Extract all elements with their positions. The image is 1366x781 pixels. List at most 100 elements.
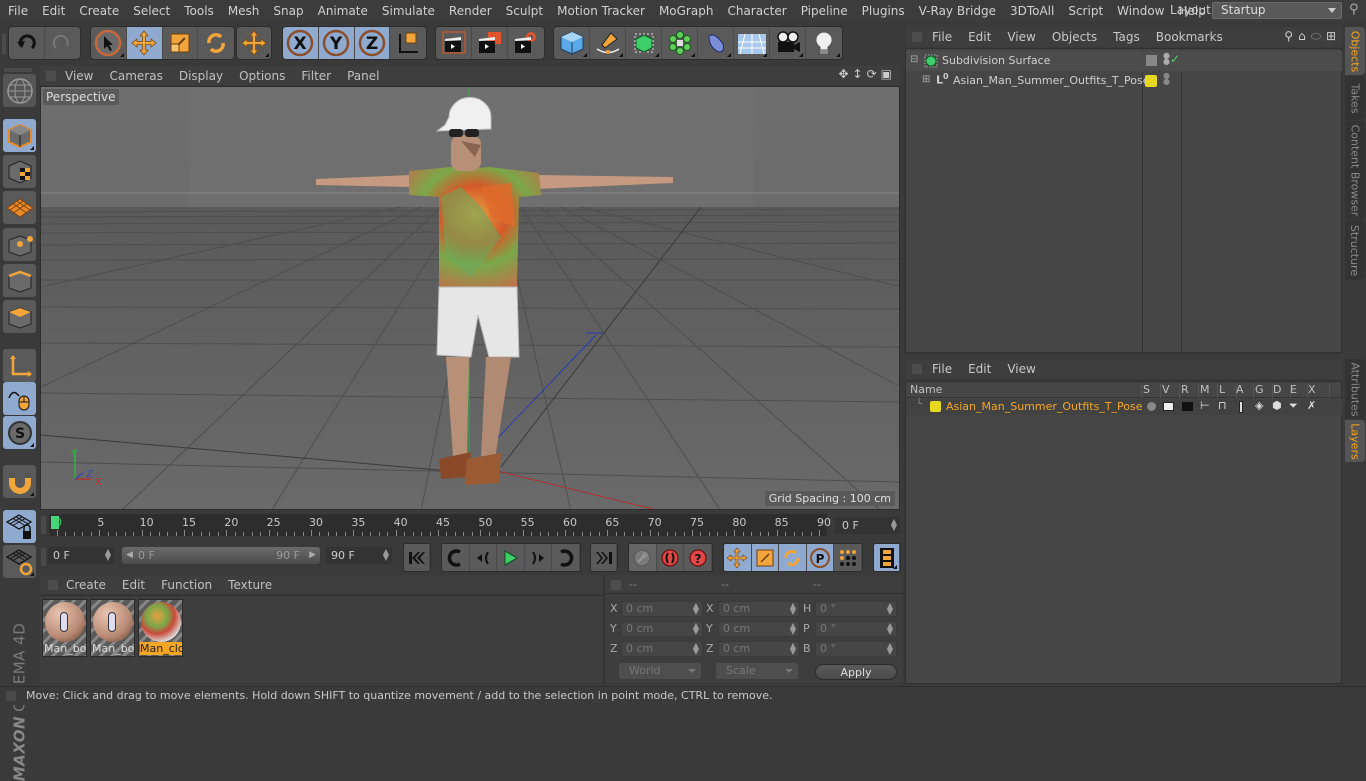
viewport-menu-options[interactable]: Options <box>231 69 293 83</box>
keyframe-selection-button[interactable]: ? <box>684 544 712 571</box>
size-z-field[interactable]: 0 cm ▲ ▼ <box>718 641 800 657</box>
column-view[interactable]: V <box>1162 383 1180 398</box>
dolly-view-icon[interactable]: ↕ <box>853 67 863 81</box>
object-name[interactable]: Asian_Man_Summer_Outfits_T_Pose <box>953 74 1150 87</box>
menu-sculpt[interactable]: Sculpt <box>499 0 550 22</box>
layout-dropdown[interactable]: Startup <box>1212 2 1342 19</box>
layer-manager-grip[interactable] <box>912 364 922 374</box>
cube-button[interactable] <box>554 27 590 59</box>
key-position-button[interactable] <box>724 544 752 571</box>
menu-edit[interactable]: Edit <box>35 0 72 22</box>
make-editable-button[interactable] <box>3 74 36 107</box>
size-x-field[interactable]: 0 cm ▲ ▼ <box>718 601 800 617</box>
start-frame-field[interactable]: 0 F ▲ ▼ <box>48 547 114 564</box>
render-view-button[interactable] <box>436 27 472 59</box>
tab-structure[interactable]: Structure <box>1345 220 1365 280</box>
y-axis-lock-button[interactable]: Y <box>318 27 355 59</box>
model-mode-button[interactable] <box>3 119 36 152</box>
material-grip[interactable] <box>48 580 58 590</box>
layer-row[interactable]: └ Asian_Man_Summer_Outfits_T_Pose ⊢ ⊓ ◈ … <box>906 399 1342 415</box>
pan-view-icon[interactable]: ✥ <box>838 67 848 81</box>
move-tool-button[interactable] <box>126 27 163 59</box>
menu-file[interactable]: File <box>0 0 35 22</box>
recent-tool-button[interactable] <box>237 27 271 59</box>
viewport-menu-filter[interactable]: Filter <box>293 69 339 83</box>
menu-window[interactable]: Window <box>1110 0 1171 22</box>
previous-frame-button[interactable] <box>470 544 498 571</box>
workplane-lock-button[interactable] <box>3 510 36 543</box>
autokey-button[interactable] <box>657 544 685 571</box>
visibility-dots-icon[interactable]: ● ● <box>1163 52 1170 66</box>
layer-color-swatch[interactable] <box>1145 75 1157 87</box>
tab-content-browser[interactable]: Content Browser <box>1345 121 1365 219</box>
render-toggle-icon[interactable] <box>1182 402 1193 411</box>
snap-button[interactable]: S <box>3 416 36 449</box>
scale-tool-button[interactable] <box>163 27 199 59</box>
menu-tools[interactable]: Tools <box>177 0 221 22</box>
object-name[interactable]: Subdivision Surface <box>942 54 1050 67</box>
lm-menu-view[interactable]: View <box>999 362 1043 376</box>
coordinate-system-button[interactable] <box>390 27 426 59</box>
polygons-mode-button[interactable] <box>3 300 36 333</box>
object-manager-grip[interactable] <box>912 32 922 42</box>
new-panel-icon[interactable]: ⊞ <box>1326 29 1336 44</box>
column-generators[interactable]: G <box>1255 383 1273 398</box>
spinner-icon[interactable]: ▲ ▼ <box>383 548 389 562</box>
workplane-cycle-button[interactable] <box>3 545 36 578</box>
tweak-mode-button[interactable] <box>3 382 36 415</box>
next-frame-button[interactable] <box>525 544 553 571</box>
transport-grip[interactable] <box>41 548 46 566</box>
rot-h-field[interactable]: 0 ° ▲ ▼ <box>815 601 897 617</box>
viewport-menu-panel[interactable]: Panel <box>339 69 387 83</box>
undo-button[interactable] <box>9 27 45 59</box>
menu-mograph[interactable]: MoGraph <box>652 0 721 22</box>
column-xrefs[interactable]: X <box>1308 383 1330 398</box>
editor-visibility-icon[interactable] <box>1146 55 1157 66</box>
menu-plugins[interactable]: Plugins <box>855 0 912 22</box>
redo-button[interactable] <box>45 27 81 59</box>
light-button[interactable] <box>806 27 842 59</box>
key-scale-button[interactable] <box>751 544 780 571</box>
layer-color-swatch[interactable] <box>930 401 941 412</box>
rot-p-field[interactable]: 0 ° ▲ ▼ <box>815 621 897 637</box>
view-toggle-icon[interactable] <box>1163 402 1174 411</box>
visibility-dots-icon[interactable]: ● ● <box>1163 72 1170 86</box>
spinner-icon[interactable]: ▲ ▼ <box>105 548 111 562</box>
magnet-button[interactable] <box>3 465 36 498</box>
size-y-field[interactable]: 0 cm ▲ ▼ <box>718 621 800 637</box>
menu-mesh[interactable]: Mesh <box>221 0 267 22</box>
workplane-mode-button[interactable] <box>3 191 36 224</box>
go-to-end-button[interactable] <box>591 544 617 571</box>
previous-key-button[interactable] <box>442 544 470 571</box>
menu-create[interactable]: Create <box>72 0 126 22</box>
subdivision-surface-button[interactable] <box>626 27 662 59</box>
material-menu-function[interactable]: Function <box>153 578 220 592</box>
om-menu-bookmarks[interactable]: Bookmarks <box>1148 30 1231 44</box>
column-name[interactable]: Name <box>910 383 1142 398</box>
rot-b-field[interactable]: 0 ° ▲ ▼ <box>815 641 897 657</box>
render-settings-button[interactable] <box>508 27 544 59</box>
coordinates-grip[interactable] <box>611 580 621 590</box>
size-mode-dropdown[interactable]: Scale <box>716 663 798 679</box>
deformer-button[interactable] <box>698 27 734 59</box>
frame-range-slider[interactable]: ◀ 0 F 90 F ▶ <box>122 547 320 564</box>
material-menu-edit[interactable]: Edit <box>114 578 153 592</box>
camera-label[interactable]: Perspective <box>43 89 119 105</box>
timeline-window-button[interactable] <box>874 544 900 571</box>
om-menu-view[interactable]: View <box>999 30 1043 44</box>
column-render[interactable]: R <box>1181 383 1199 398</box>
z-axis-lock-button[interactable]: Z <box>354 27 391 59</box>
tab-attributes[interactable]: Attributes <box>1345 359 1365 419</box>
expand-icon[interactable]: ⊞ <box>922 74 930 85</box>
tab-takes[interactable]: Takes <box>1345 76 1365 120</box>
lm-menu-edit[interactable]: Edit <box>960 362 999 376</box>
key-rotation-button[interactable] <box>779 544 807 571</box>
animation-toggle-icon[interactable] <box>1239 401 1243 413</box>
toolbar-grip[interactable] <box>2 34 6 54</box>
pos-y-field[interactable]: 0 cm ▲ ▼ <box>621 621 703 637</box>
om-menu-objects[interactable]: Objects <box>1044 30 1105 44</box>
material-thumb[interactable]: Man_bo <box>42 599 87 657</box>
generators-toggle-icon[interactable]: ◈ <box>1255 399 1263 412</box>
axis-mode-button[interactable] <box>3 349 36 382</box>
key-point-level-button[interactable] <box>834 544 862 571</box>
